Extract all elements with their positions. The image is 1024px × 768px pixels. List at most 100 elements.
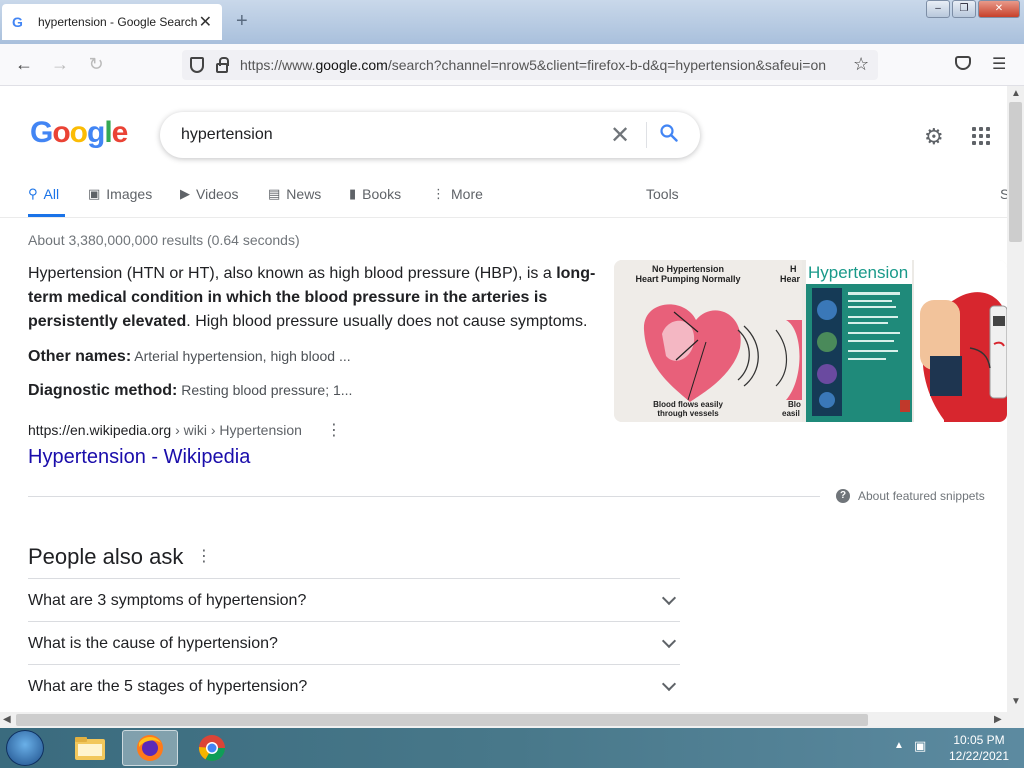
windows-taskbar: ▲ ▣ 10:05 PM 12/22/2021 <box>0 728 1024 768</box>
logo-letter: l <box>104 116 112 149</box>
paa-question[interactable]: What are 3 symptoms of hypertension? <box>28 578 680 621</box>
tab-label: News <box>286 186 322 202</box>
svg-text:easil: easil <box>782 409 800 418</box>
featured-images-strip[interactable]: No Hypertension Heart Pumping Normally B… <box>614 260 1007 422</box>
forward-icon[interactable]: → <box>48 54 72 75</box>
settings-gear-icon[interactable]: ⚙ <box>924 124 944 150</box>
tab-label: Books <box>362 186 402 202</box>
search-box[interactable]: hypertension ✕ <box>160 112 700 158</box>
start-button[interactable] <box>6 730 44 766</box>
svg-text:H: H <box>790 264 797 274</box>
url-text[interactable]: https://www.google.com/search?channel=nr… <box>240 57 850 73</box>
other-names-row: Other names: Arterial hypertension, high… <box>28 348 351 366</box>
chrome-icon <box>198 735 226 762</box>
browser-navbar: ← → ↻ https://www.google.com/search?chan… <box>0 44 1024 86</box>
horizontal-scrollbar[interactable]: ◀ ▶ <box>0 712 1024 728</box>
svg-text:Hypertension: Hypertension <box>808 263 908 282</box>
other-names-value[interactable]: Arterial hypertension, high blood ... <box>134 348 350 364</box>
tab-title: hypertension - Google Search <box>38 15 198 29</box>
svg-text:through vessels: through vessels <box>657 409 719 418</box>
news-icon: ▤ <box>268 186 281 201</box>
lock-icon[interactable] <box>216 57 229 73</box>
network-icon[interactable]: ▣ <box>914 738 926 754</box>
image-blood-pressure-monitor[interactable] <box>914 260 1007 422</box>
paa-question[interactable]: What are the 5 stages of hypertension? <box>28 664 680 707</box>
taskbar-explorer[interactable] <box>62 730 118 766</box>
people-also-ask-list: What are 3 symptoms of hypertension? Wha… <box>28 578 680 707</box>
result-cite: https://en.wikipedia.org › wiki › Hypert… <box>28 422 302 438</box>
folder-icon <box>75 737 105 760</box>
logo-letter: o <box>52 116 70 149</box>
svg-text:No Hypertension: No Hypertension <box>652 264 724 274</box>
show-hidden-icons[interactable]: ▲ <box>894 740 904 751</box>
tools-button[interactable]: Tools <box>646 186 679 202</box>
vertical-scrollbar[interactable]: ▲ ▼ <box>1007 86 1024 712</box>
reload-icon[interactable]: ↻ <box>84 54 108 75</box>
featured-snippet-divider <box>28 496 820 497</box>
tab-all[interactable]: ⚲ All <box>28 186 59 202</box>
clear-search-icon[interactable]: ✕ <box>610 121 630 150</box>
scroll-left-icon[interactable]: ◀ <box>3 714 11 725</box>
image-icon: ▣ <box>88 186 101 201</box>
back-icon[interactable]: ← <box>12 54 36 75</box>
system-clock[interactable]: 10:05 PM 12/22/2021 <box>944 732 1014 764</box>
maximize-button[interactable]: ❐ <box>952 0 976 18</box>
google-apps-icon[interactable] <box>972 127 990 145</box>
svg-text:Hear: Hear <box>780 274 801 284</box>
result-stats: About 3,380,000,000 results (0.64 second… <box>28 232 300 248</box>
taskbar-firefox[interactable] <box>122 730 178 766</box>
people-also-ask-title: People also ask <box>28 544 184 569</box>
tab-books[interactable]: ▮ Books <box>349 186 401 202</box>
tab-videos[interactable]: ▶ Videos <box>180 186 239 202</box>
safesearch-label[interactable]: S <box>1000 186 1007 202</box>
minimize-button[interactable]: – <box>926 0 950 18</box>
paa-question[interactable]: What is the cause of hypertension? <box>28 621 680 664</box>
about-featured-snippets-label: About featured snippets <box>858 489 985 503</box>
search-icon[interactable] <box>660 124 678 142</box>
google-logo[interactable]: Google <box>30 116 129 150</box>
logo-letter: e <box>111 116 129 149</box>
diagnostic-method-row: Diagnostic method: Resting blood pressur… <box>28 382 352 400</box>
paa-question-text: What are the 5 stages of hypertension? <box>28 678 308 695</box>
new-tab-icon[interactable]: + <box>236 10 248 33</box>
clock-time: 10:05 PM <box>953 733 1005 747</box>
image-no-hypertension[interactable]: No Hypertension Heart Pumping Normally B… <box>614 260 802 422</box>
tab-label: Videos <box>196 186 239 202</box>
tracking-shield-icon[interactable] <box>190 57 204 73</box>
more-options-icon[interactable]: ⋮ <box>326 420 342 440</box>
firefox-icon <box>137 735 163 761</box>
horizontal-scroll-thumb[interactable] <box>16 714 868 726</box>
search-input[interactable]: hypertension <box>181 126 273 144</box>
image-hypertension-book[interactable]: Hypertension <box>806 260 912 422</box>
bookmark-star-icon[interactable]: ☆ <box>853 54 869 75</box>
tab-close-icon[interactable]: ✕ <box>199 12 212 32</box>
search-divider <box>646 122 647 148</box>
chevron-down-icon <box>661 676 677 692</box>
pocket-icon[interactable] <box>955 56 971 70</box>
browser-titlebar: G hypertension - Google Search ✕ + – ❐ ✕ <box>0 0 1024 44</box>
paa-question-text: What is the cause of hypertension? <box>28 635 278 652</box>
chevron-down-icon <box>661 590 677 606</box>
vertical-scroll-thumb[interactable] <box>1009 102 1022 242</box>
browser-tab[interactable]: G hypertension - Google Search ✕ <box>2 4 222 40</box>
tab-images[interactable]: ▣ Images <box>88 186 152 202</box>
search-icon: ⚲ <box>28 186 38 201</box>
help-icon: ? <box>836 489 850 503</box>
window-controls: – ❐ ✕ <box>924 0 1020 18</box>
about-featured-snippets[interactable]: ? About featured snippets <box>836 489 985 503</box>
taskbar-chrome[interactable] <box>184 730 240 766</box>
scroll-right-icon[interactable]: ▶ <box>994 714 1002 725</box>
url-bar[interactable]: https://www.google.com/search?channel=nr… <box>182 50 878 80</box>
clock-date: 12/22/2021 <box>948 749 1010 763</box>
tab-more[interactable]: ⋮ More <box>432 186 483 202</box>
tab-news[interactable]: ▤ News <box>268 186 321 202</box>
paa-more-options-icon[interactable]: ⋮ <box>196 546 212 566</box>
scroll-up-icon[interactable]: ▲ <box>1011 88 1021 99</box>
scroll-down-icon[interactable]: ▼ <box>1011 696 1021 707</box>
book-icon: ▮ <box>349 186 357 201</box>
diagnostic-method-value[interactable]: Resting blood pressure; 1... <box>181 382 352 398</box>
google-results-page: Google hypertension ✕ ⚙ ⚲ All ▣ Images ▶… <box>0 86 1007 712</box>
menu-icon[interactable]: ☰ <box>992 54 1006 74</box>
close-window-button[interactable]: ✕ <box>978 0 1020 18</box>
wikipedia-result-link[interactable]: Hypertension - Wikipedia <box>28 446 250 469</box>
